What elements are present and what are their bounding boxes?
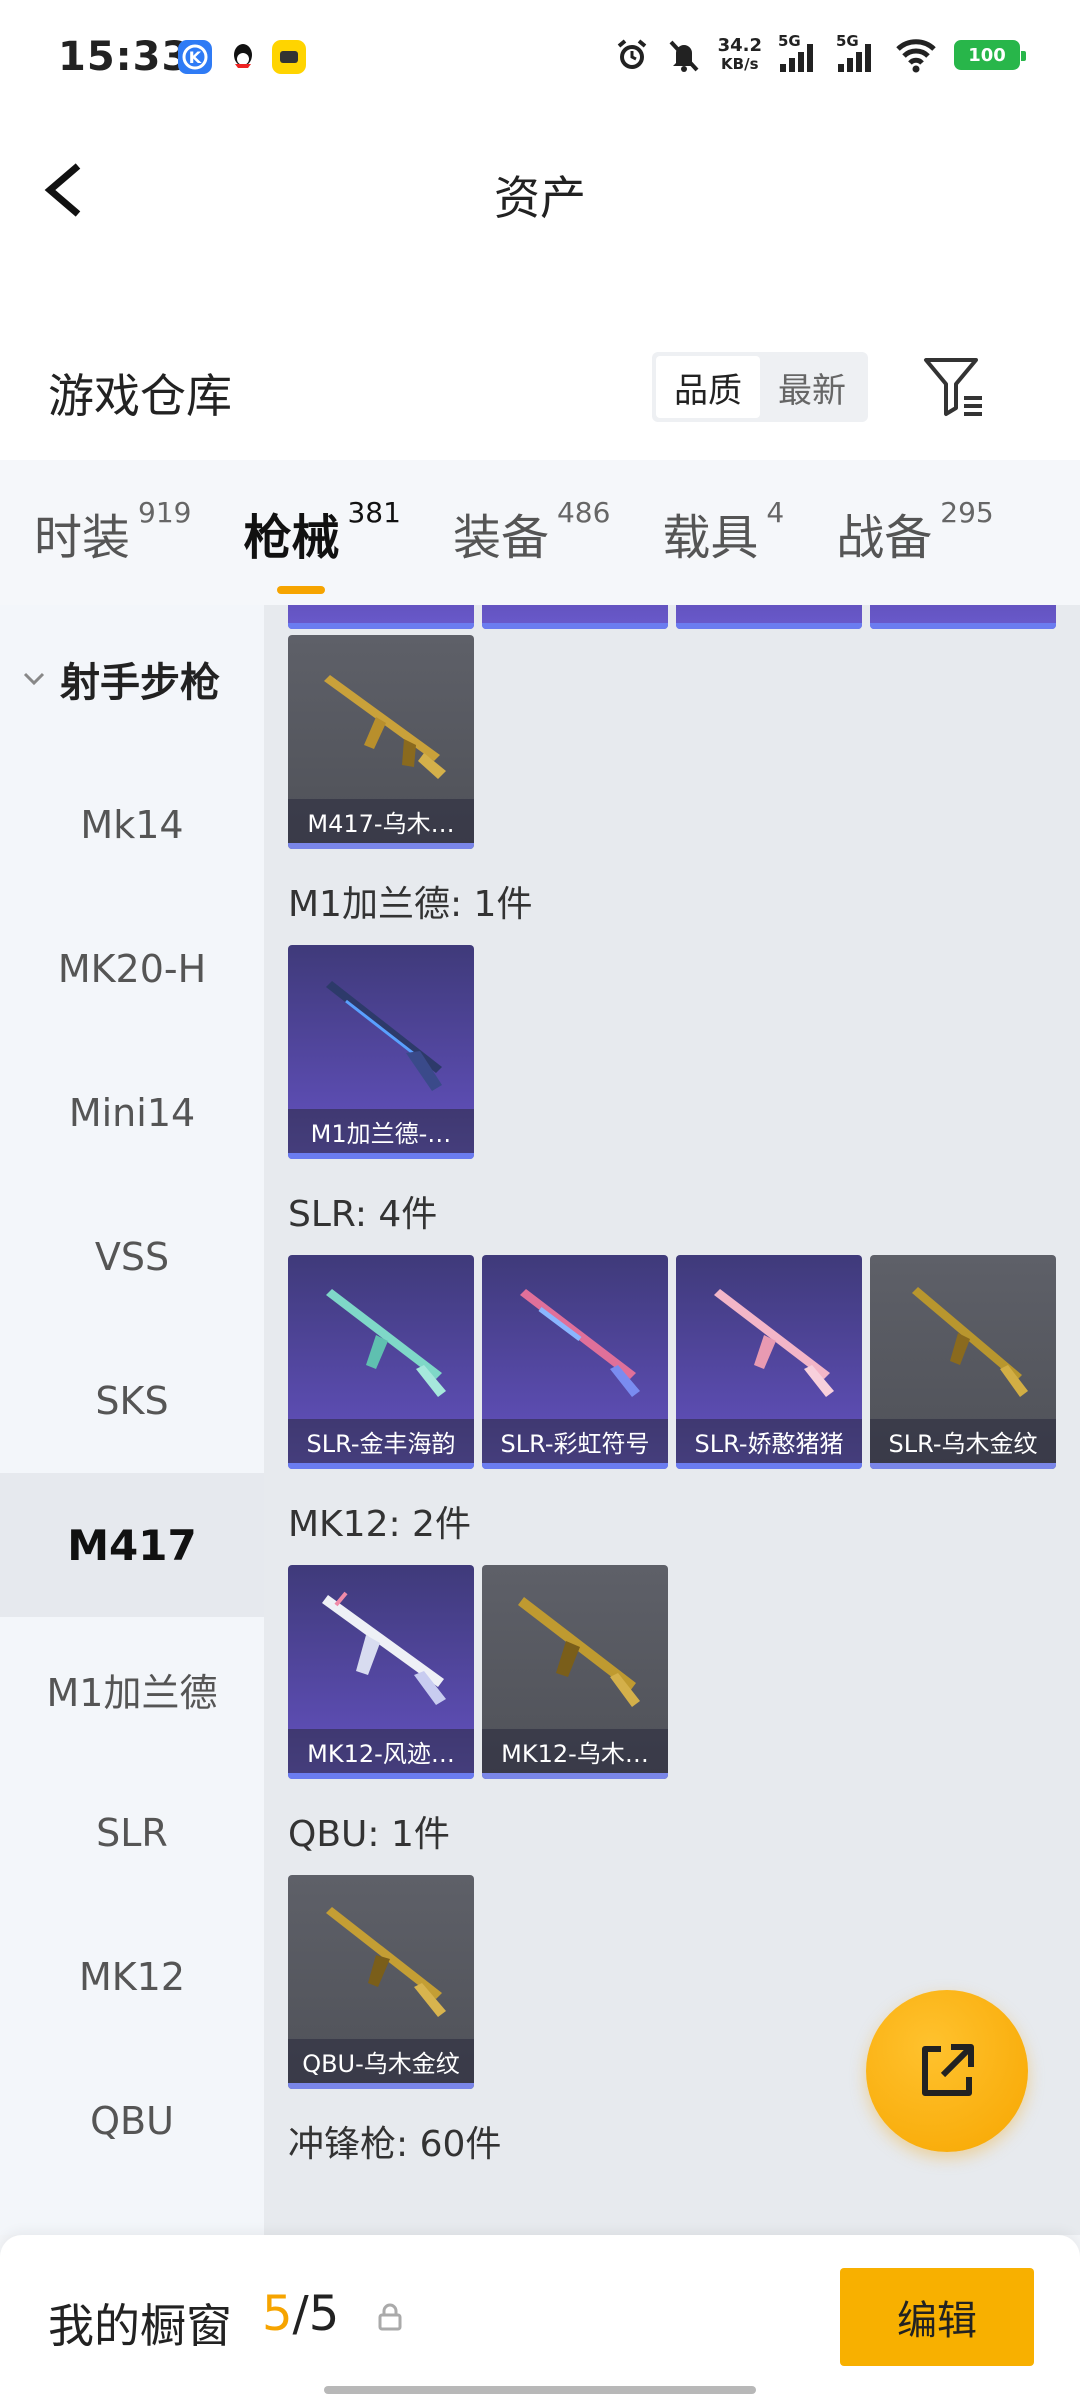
item-card-partial[interactable] [870, 605, 1056, 629]
rifle-gold-icon [324, 675, 446, 779]
section-title: QBU: 1件 [288, 1814, 450, 1855]
lock-icon [378, 2303, 402, 2331]
rarity-bar [288, 1153, 474, 1159]
status-time: 15:33 [58, 34, 191, 80]
item-card[interactable]: SLR-金丰海韵 [288, 1255, 474, 1469]
wifi-icon [896, 39, 936, 73]
warehouse-title: 游戏仓库 [48, 369, 232, 423]
item-card[interactable]: M1加兰德-… [288, 945, 474, 1159]
sidebar-item-mk12[interactable]: MK12 [0, 1905, 264, 2049]
signal-1: 5G [778, 34, 820, 74]
item-label: M1加兰德-… [288, 1109, 474, 1153]
item-card-partial[interactable] [482, 605, 668, 629]
svg-text:K: K [189, 48, 202, 67]
sidebar-item-mk14[interactable]: Mk14 [0, 753, 264, 897]
status-icons: 34.2 KB/s 5G 5G 100 [614, 34, 1026, 74]
item-label: M417-乌木… [288, 799, 474, 843]
section-title: M1加兰德: 1件 [288, 884, 533, 925]
filter-button[interactable] [922, 354, 986, 420]
tab-vehicles[interactable]: 载具 4 [662, 496, 784, 568]
alarm-icon [617, 39, 646, 69]
rarity-bar [676, 1463, 862, 1469]
section-title: MK12: 2件 [288, 1504, 471, 1545]
rarity-bar [288, 843, 474, 849]
sidebar-item-sks[interactable]: SKS [0, 1329, 264, 1473]
rifle-gold-icon [326, 1907, 446, 2017]
sidebar-group-label: 射手步枪 [60, 660, 220, 706]
chevron-down-icon [23, 672, 45, 686]
item-card[interactable]: M417-乌木… [288, 635, 474, 849]
filter-icon [924, 358, 982, 416]
item-label: SLR-彩虹符号 [482, 1419, 668, 1463]
item-card[interactable]: SLR-彩虹符号 [482, 1255, 668, 1469]
tab-active-indicator [277, 585, 326, 594]
subcategory-sidebar: 射手步枪 Mk14 MK20-H Mini14 VSS SKS M417 M1加… [0, 605, 264, 2235]
rifle-teal-icon [326, 1289, 446, 1397]
tab-equipment[interactable]: 装备 486 [453, 496, 610, 568]
app-yellow-icon [272, 40, 306, 74]
tab-supplies[interactable]: 战备 295 [836, 496, 993, 568]
rarity-bar [870, 1463, 1056, 1469]
sidebar-group-header[interactable]: 射手步枪 [0, 605, 264, 753]
sidebar-item-m1garand[interactable]: M1加兰德 [0, 1617, 264, 1761]
rarity-bar [288, 1463, 474, 1469]
share-external-icon [922, 2044, 974, 2096]
rifle-white-icon [322, 1591, 446, 1705]
signal-2: 5G [836, 34, 878, 74]
section-title: 冲锋枪: 60件 [288, 2124, 502, 2165]
edit-button[interactable]: 编辑 [840, 2268, 1034, 2366]
mute-icon [669, 40, 699, 72]
showcase-label: 我的橱窗 [48, 2299, 232, 2353]
category-tabs: 时装 919 枪械 381 装备 486 载具 4 战备 295 [0, 460, 1080, 605]
home-indicator[interactable] [324, 2386, 756, 2394]
item-card[interactable]: QBU-乌木金纹 [288, 1875, 474, 2089]
item-label: MK12-风迹… [288, 1729, 474, 1773]
qq-icon [226, 40, 260, 74]
rarity-bar [482, 1773, 668, 1779]
sort-latest-button[interactable]: 最新 [760, 356, 864, 418]
page-title: 资产 [494, 171, 586, 225]
rifle-blue-icon [326, 981, 442, 1091]
sidebar-item-mini14[interactable]: Mini14 [0, 1041, 264, 1185]
sidebar-item-mk20h[interactable]: MK20-H [0, 897, 264, 1041]
rifle-gold-icon [912, 1287, 1028, 1397]
sort-quality-button[interactable]: 品质 [656, 356, 760, 418]
rarity-bar [288, 2083, 474, 2089]
item-label: SLR-娇憨猪猪 [676, 1419, 862, 1463]
item-card-partial[interactable] [676, 605, 862, 629]
tab-fashion[interactable]: 时装 919 [34, 496, 191, 568]
item-card[interactable]: SLR-娇憨猪猪 [676, 1255, 862, 1469]
item-card-partial[interactable] [288, 605, 474, 629]
sidebar-item-m417[interactable]: M417 [0, 1473, 264, 1617]
item-label: MK12-乌木… [482, 1729, 668, 1773]
rarity-bar [482, 1463, 668, 1469]
share-button[interactable] [866, 1990, 1028, 2152]
item-card[interactable]: MK12-乌木… [482, 1565, 668, 1779]
app-k-icon: K [178, 40, 212, 74]
item-label: SLR-乌木金纹 [870, 1419, 1056, 1463]
sidebar-item-vss[interactable]: VSS [0, 1185, 264, 1329]
tab-firearms[interactable]: 枪械 381 [243, 496, 401, 594]
rifle-rainbow-icon [520, 1289, 640, 1397]
item-label: QBU-乌木金纹 [288, 2039, 474, 2083]
rifle-gold-icon [518, 1597, 640, 1707]
item-card[interactable]: MK12-风迹… [288, 1565, 474, 1779]
sidebar-item-qbu[interactable]: QBU [0, 2049, 264, 2193]
rarity-bar [288, 1773, 474, 1779]
net-speed: 34.2 KB/s [717, 35, 762, 74]
showcase-count: 5/5 [262, 2286, 340, 2342]
battery-indicator: 100 [954, 40, 1026, 70]
item-label: SLR-金丰海韵 [288, 1419, 474, 1463]
sidebar-item-slr[interactable]: SLR [0, 1761, 264, 1905]
sort-toggle: 品质 最新 [652, 352, 868, 422]
section-title: SLR: 4件 [288, 1194, 438, 1235]
rifle-pink-icon [714, 1289, 834, 1397]
item-card[interactable]: SLR-乌木金纹 [870, 1255, 1056, 1469]
